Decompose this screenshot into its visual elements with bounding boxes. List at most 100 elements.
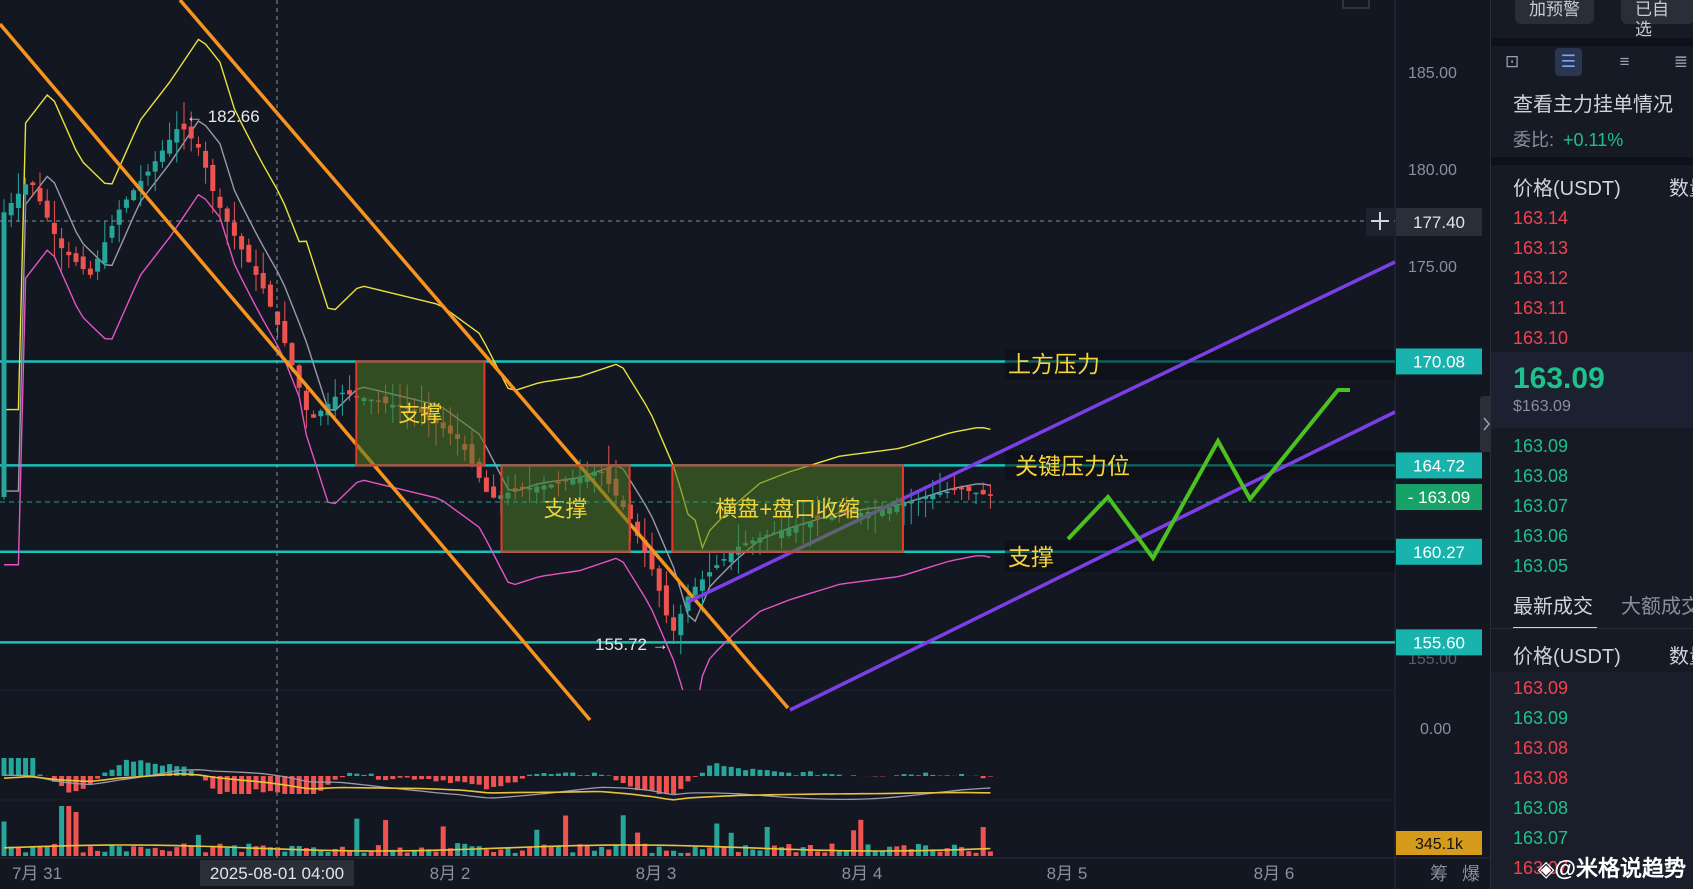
macd-bar [419,776,425,780]
candle-body [44,200,50,218]
macd-bar [519,776,525,779]
ask-row[interactable]: 163.13 [1513,238,1568,259]
volume-bar [483,849,489,856]
bid-row[interactable]: 163.05 [1513,556,1568,577]
time-label-1: 8月 2 [430,864,471,883]
crosshair-plus-icon[interactable] [1366,208,1394,236]
macd-bar [699,772,705,776]
macd-bar [260,776,266,793]
order-book-panel: 加预警 已自选 ⊡ ☰ ≡ ≣ 查看主力挂单情况 委比: +0.11% 价格(U… [1490,0,1693,889]
collapse-panel-icon[interactable] [1480,396,1490,452]
macd-bar [534,773,540,776]
annotation-upper-pressure: 上方压力 [1008,351,1100,377]
candle-body [973,492,979,495]
add-alert-button[interactable]: 加预警 [1515,0,1594,24]
macd-bar [527,774,533,776]
orderbook-title[interactable]: 查看主力挂单情况 [1513,88,1673,117]
macd-bar [800,772,806,776]
volume-bar [289,845,295,856]
candle-body [109,225,115,238]
bid-row[interactable]: 163.08 [1513,466,1568,487]
ask-row[interactable]: 163.14 [1513,208,1568,229]
volume-bar [404,852,410,856]
macd-bar [325,776,331,785]
volume-bar [728,832,734,856]
book-bids-icon[interactable]: ≡ [1612,48,1638,76]
volume-bar [815,851,821,856]
candle-body [944,491,950,494]
volume-bar [188,846,194,856]
volume-bar [851,830,857,856]
macd-bar [642,776,648,790]
volume-bar [440,826,446,856]
candle-body [959,487,965,490]
zone-label-2: 横盘+盘口收缩 [715,497,860,522]
macd-bar [59,776,65,787]
watchlist-button[interactable]: 已自选 [1621,0,1693,39]
macd-bar [563,772,569,776]
price-tag-text-0: 170.08 [1413,352,1465,371]
bid-row[interactable]: 163.07 [1513,496,1568,517]
ask-row[interactable]: 163.10 [1513,328,1568,349]
macd-bar [851,775,857,776]
price-chart[interactable]: 支撑支撑 横盘+盘口收缩 ← 182.66 155.72 → 上方压力 关键压力位… [0,0,1490,889]
volume-bar [159,850,165,856]
volume-bar [325,852,331,856]
macd-bar [728,766,734,776]
candle-body [685,596,691,611]
macd-bar [303,776,309,794]
crosshair-price-text: 177.40 [1413,213,1465,232]
candle-body [231,222,237,236]
volume-bar [368,851,374,856]
tab-large-trades[interactable]: 大额成交 [1621,590,1693,619]
candle-body [145,171,151,176]
chip-label[interactable]: 筹 [1430,864,1448,884]
candle-body [699,579,705,591]
macd-bar [375,776,381,780]
volume-bar [152,847,158,856]
candle-body [930,494,936,500]
candle-body [116,209,122,225]
macd-bar [743,770,749,776]
candle-body [311,414,317,418]
volume-bar [793,852,799,856]
volume-bar [131,846,137,856]
ask-row[interactable]: 163.12 [1513,268,1568,289]
macd-bar [253,776,259,790]
volume-bar [311,847,317,856]
macd-bar [649,776,655,791]
book-both-icon[interactable]: ⊡ [1499,48,1525,76]
ask-row[interactable]: 163.11 [1513,298,1567,319]
candle-body [246,244,252,263]
tab-latest-trades[interactable]: 最新成交 [1513,590,1593,619]
macd-bar [102,772,108,776]
low-marker: 155.72 → [595,635,669,654]
candle-body [210,164,216,191]
candle-body [282,321,288,344]
macd-bar [829,774,835,776]
last-price-usd: $163.09 [1513,398,1571,415]
ratio-value: +0.11% [1563,130,1624,150]
macd-bar [397,776,403,778]
trade-row: 163.09 [1513,678,1569,698]
macd-bar [347,772,353,776]
bid-row[interactable]: 163.09 [1513,436,1568,457]
volume-bar [44,846,50,856]
volume-bar [109,844,115,856]
book-asks-icon[interactable]: ≣ [1668,48,1693,76]
volume-bar [570,852,576,856]
macd-bar [771,771,777,776]
volume-bar [73,811,79,856]
volume-bar [505,847,511,856]
candle-body [253,266,259,275]
volume-bar [692,846,698,856]
book-mixed-icon[interactable]: ☰ [1555,48,1582,76]
burst-label[interactable]: 爆 [1462,864,1480,884]
macd-bar [894,775,900,776]
bid-row[interactable]: 163.06 [1513,526,1568,547]
macd-bar [671,776,677,794]
candle-body [987,494,993,496]
price-tick-0: 185.00 [1408,65,1457,82]
macd-bar [80,776,86,789]
macd-bar [923,772,929,776]
